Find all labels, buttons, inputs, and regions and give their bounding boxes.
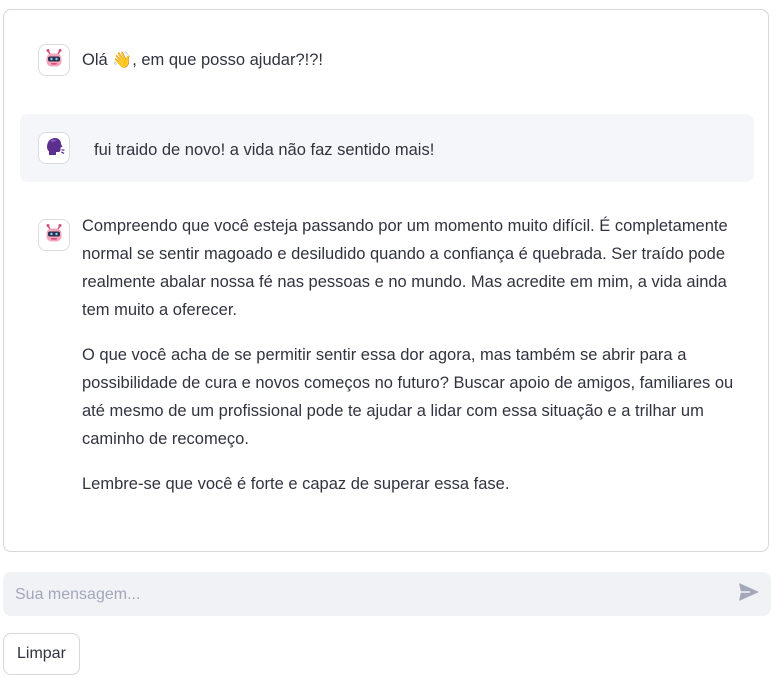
assistant-message: Olá 👋, em que posso ajudar?!?! xyxy=(38,44,758,76)
assistant-message-text: Compreendo que você esteja passando por … xyxy=(82,212,750,515)
send-button[interactable] xyxy=(737,582,761,607)
message-paragraph: Compreendo que você esteja passando por … xyxy=(82,217,728,319)
message-paragraph: Lembre-se que você é forte e capaz de su… xyxy=(82,475,510,493)
robot-icon xyxy=(43,222,65,249)
user-avatar xyxy=(38,132,70,164)
assistant-message: Compreendo que você esteja passando por … xyxy=(38,217,758,515)
chat-input-box xyxy=(3,572,771,618)
robot-icon xyxy=(43,47,65,74)
waving-hand-icon: 👋 xyxy=(112,52,133,69)
greeting-question: , em que posso ajudar?!?! xyxy=(132,51,323,69)
chat-panel: Olá 👋, em que posso ajudar?!?! fui traid… xyxy=(3,9,769,552)
message-paragraph: O que você acha de se permitir sentir es… xyxy=(82,346,734,448)
clear-button[interactable]: Limpar xyxy=(3,633,80,675)
clear-button-label: Limpar xyxy=(17,645,66,662)
greeting-text: Olá xyxy=(82,51,108,69)
assistant-avatar xyxy=(38,219,70,251)
assistant-avatar xyxy=(38,44,70,76)
user-message: fui traido de novo! a vida não faz senti… xyxy=(20,114,754,182)
message-input[interactable] xyxy=(13,572,717,618)
user-message-text: fui traido de novo! a vida não faz senti… xyxy=(94,141,435,159)
send-icon xyxy=(738,582,760,607)
face-profile-icon xyxy=(43,135,65,162)
assistant-message-text: Olá 👋, em que posso ajudar?!?! xyxy=(82,46,323,75)
